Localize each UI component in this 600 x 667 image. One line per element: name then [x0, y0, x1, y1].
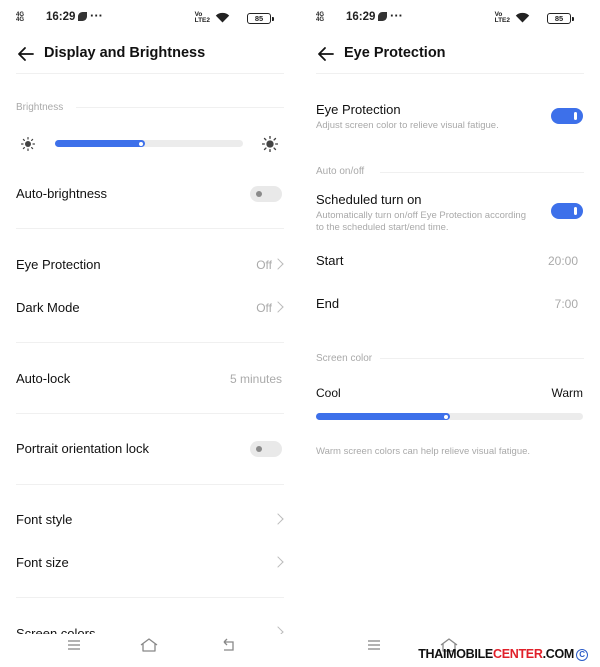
brightness-slider[interactable]	[55, 140, 243, 147]
page-title: Eye Protection	[344, 45, 446, 61]
screen-colors-row[interactable]: Screen colors	[0, 620, 300, 634]
scheduled-description-line2: to the scheduled start/end time.	[316, 222, 449, 233]
signal-indicator: 4G 4G	[316, 12, 325, 23]
volte-indicator: Vo LTE2	[494, 11, 510, 24]
divider	[380, 358, 584, 359]
portrait-lock-label: Portrait orientation lock	[16, 441, 149, 456]
brightness-high-icon	[262, 136, 278, 152]
eye-protection-value: Off	[256, 258, 272, 272]
header: Eye Protection	[300, 36, 600, 72]
eye-protection-screen: 4G 4G 16:29 ··· Vo LTE2 85 Eye Protection …	[300, 0, 600, 667]
end-time-value: 7:00	[554, 297, 578, 311]
more-notifications-icon: ···	[390, 8, 403, 23]
scheduled-description-line1: Automatically turn on/off Eye Protection…	[316, 210, 526, 221]
divider	[16, 413, 284, 414]
screen-color-slider-fill	[316, 413, 450, 420]
chevron-right-icon	[272, 301, 284, 313]
warm-label: Warm	[551, 386, 583, 400]
divider	[380, 172, 584, 173]
brightness-section-label: Brightness	[16, 102, 64, 113]
brightness-low-icon	[21, 137, 35, 151]
status-time: 16:29	[46, 11, 76, 23]
divider	[16, 73, 284, 74]
battery-icon: 85	[547, 13, 574, 24]
eye-protection-label: Eye Protection	[316, 102, 401, 117]
display-brightness-screen: 4G 4G 16:29 ··· Vo LTE2 85 Display and Bri…	[0, 0, 300, 667]
page-title: Display and Brightness	[44, 45, 206, 61]
auto-brightness-label: Auto-brightness	[16, 186, 108, 201]
divider	[16, 484, 284, 485]
font-size-label: Font size	[16, 555, 69, 570]
cool-label: Cool	[316, 386, 341, 400]
wifi-icon	[215, 12, 230, 23]
auto-lock-label: Auto-lock	[16, 371, 71, 386]
auto-lock-value: 5 minutes	[229, 372, 282, 386]
navigation-bar	[0, 637, 300, 657]
status-time: 16:29	[346, 11, 376, 23]
home-icon[interactable]	[139, 636, 159, 654]
auto-on-off-section-label: Auto on/off	[316, 166, 365, 177]
chevron-right-icon	[272, 556, 284, 568]
screen-color-hint: Warm screen colors can help relieve visu…	[316, 446, 531, 457]
chevron-right-icon	[272, 626, 284, 634]
menu-icon[interactable]	[366, 637, 382, 653]
auto-brightness-toggle[interactable]	[250, 186, 282, 202]
divider	[16, 342, 284, 343]
end-label: End	[316, 296, 340, 311]
font-style-label: Font style	[16, 512, 73, 527]
eye-protection-description: Adjust screen color to relieve visual fa…	[316, 120, 499, 131]
app-notification-icon	[78, 12, 87, 21]
screen-color-section-label: Screen color	[316, 353, 373, 364]
watermark: THAIMOBILECENTER.COM C	[418, 647, 588, 661]
portrait-lock-toggle[interactable]	[250, 441, 282, 457]
screen-color-slider[interactable]	[316, 413, 583, 420]
start-label: Start	[316, 253, 344, 268]
app-notification-icon	[378, 12, 387, 21]
divider	[76, 107, 284, 108]
menu-icon[interactable]	[66, 637, 82, 653]
eye-protection-label: Eye Protection	[16, 257, 101, 272]
copyright-icon: C	[576, 649, 588, 661]
status-bar: 4G 4G 16:29 ··· Vo LTE2 85	[316, 8, 584, 30]
signal-indicator: 4G 4G	[16, 12, 25, 23]
back-arrow-icon[interactable]	[316, 44, 336, 64]
back-nav-icon[interactable]	[221, 637, 237, 653]
divider	[16, 228, 284, 229]
chevron-right-icon	[272, 258, 284, 270]
eye-protection-toggle[interactable]	[551, 108, 583, 124]
volte-indicator: Vo LTE2	[194, 11, 210, 24]
brightness-slider-thumb[interactable]	[139, 141, 143, 146]
scheduled-turn-on-toggle[interactable]	[551, 203, 583, 219]
divider	[16, 597, 284, 598]
divider	[316, 73, 584, 74]
battery-icon: 85	[247, 13, 274, 24]
chevron-right-icon	[272, 513, 284, 525]
screen-color-slider-thumb[interactable]	[444, 414, 448, 419]
start-time-value: 20:00	[547, 254, 578, 268]
screen-colors-label: Screen colors	[16, 626, 96, 634]
header: Display and Brightness	[0, 36, 300, 72]
scheduled-turn-on-label: Scheduled turn on	[316, 192, 422, 207]
back-arrow-icon[interactable]	[16, 44, 36, 64]
dark-mode-label: Dark Mode	[16, 300, 80, 315]
status-bar: 4G 4G 16:29 ··· Vo LTE2 85	[16, 8, 284, 30]
brightness-slider-fill	[55, 140, 145, 147]
more-notifications-icon: ···	[90, 8, 103, 23]
dark-mode-value: Off	[256, 301, 272, 315]
wifi-icon	[515, 12, 530, 23]
